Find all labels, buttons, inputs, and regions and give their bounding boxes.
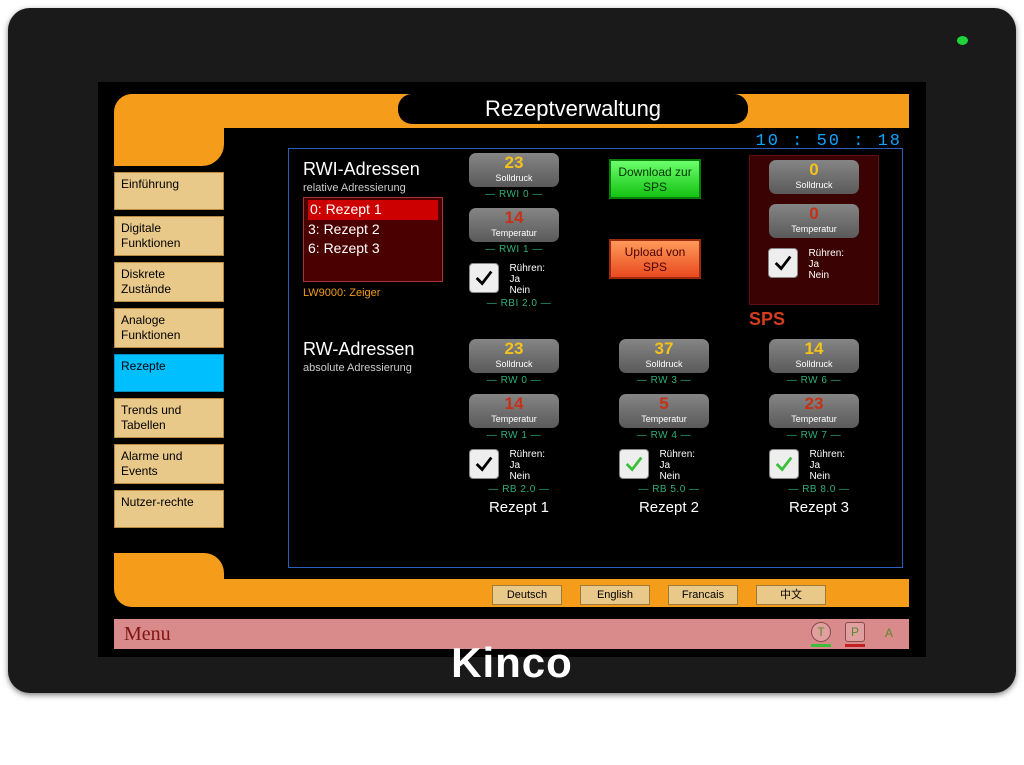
rwi-ruehren[interactable]: Rühren:JaNein — RBI 2.0 — [469, 263, 569, 309]
rw-subtitle: absolute Adressierung [303, 362, 414, 374]
rwi-solldruck-value: 23 [469, 153, 559, 173]
address-label: — RW 6 — [769, 375, 859, 386]
rwi-temperatur[interactable]: 14Temperatur — RWI 1 — [469, 208, 559, 255]
label: Solldruck [769, 359, 859, 369]
rw2-solldruck[interactable]: 37Solldruck — RW 3 — [619, 339, 709, 386]
brand-logo: Kinco [8, 639, 1016, 687]
ruehren-label: Rühren:JaNein [659, 449, 695, 482]
label: Temperatur [769, 414, 859, 424]
rw-col-2: 37Solldruck — RW 3 — 5Temperatur — RW 4 … [619, 339, 719, 516]
rw-title: RW-Adressen [303, 339, 414, 360]
sidebar-item-trends[interactable]: Trends und Tabellen [114, 398, 224, 438]
address-label: — RB 5.0 — [619, 484, 719, 495]
address-label: — RWI 0 — [469, 189, 559, 200]
ruehren-label: Rühren:JaNein [509, 263, 545, 296]
sps-temperatur-value: 0 [769, 204, 859, 224]
lang-english[interactable]: English [580, 585, 650, 605]
sidebar-item-analoge[interactable]: Analoge Funktionen [114, 308, 224, 348]
rwi-solldruck-label: Solldruck [469, 173, 559, 183]
address-label: — RB 2.0 — [469, 484, 569, 495]
label: Temperatur [469, 414, 559, 424]
rw-col-3: 14Solldruck — RW 6 — 23Temperatur — RW 7… [769, 339, 869, 516]
address-label: — RW 4 — [619, 430, 709, 441]
sidebar-item-rezepte[interactable]: Rezepte [114, 354, 224, 392]
recipe-list-item[interactable]: 6: Rezept 3 [308, 239, 438, 259]
rw3-temperatur[interactable]: 23Temperatur — RW 7 — [769, 394, 859, 441]
ruehren-label: Rühren:JaNein [809, 449, 845, 482]
check-icon[interactable] [469, 263, 499, 293]
address-label: — RW 0 — [469, 375, 559, 386]
upload-button[interactable]: Upload von SPS [609, 239, 701, 279]
sidebar-item-alarme[interactable]: Alarme und Events [114, 444, 224, 484]
screen: Rezeptverwaltung 10 : 50 : 18 Einführung… [98, 82, 926, 657]
sidebar: Einführung Digitale Funktionen Diskrete … [114, 172, 224, 534]
check-icon[interactable] [769, 449, 799, 479]
sps-temperatur-label: Temperatur [769, 224, 859, 234]
label: Temperatur [619, 414, 709, 424]
sps-ruehren: Rühren:JaNein [750, 248, 878, 281]
label: Solldruck [469, 359, 559, 369]
sidebar-top-cap [114, 128, 224, 166]
sps-panel: 0Solldruck 0Temperatur Rühren:JaNein [749, 155, 879, 305]
check-icon[interactable] [619, 449, 649, 479]
language-row: Deutsch English Francais 中文 [492, 583, 826, 607]
sidebar-item-digitale[interactable]: Digitale Funktionen [114, 216, 224, 256]
value: 14 [469, 394, 559, 414]
sps-solldruck-label: Solldruck [769, 180, 859, 190]
sidebar-bottom-cap [114, 553, 224, 579]
check-icon[interactable] [469, 449, 499, 479]
recipe-list-item[interactable]: 0: Rezept 1 [308, 200, 438, 220]
main-panel: RWI-Adressen relative Adressierung 0: Re… [288, 148, 903, 568]
lang-francais[interactable]: Francais [668, 585, 738, 605]
device-frame: Rezeptverwaltung 10 : 50 : 18 Einführung… [8, 8, 1016, 693]
recipe-name: Rezept 1 [469, 499, 569, 516]
sps-temperatur: 0Temperatur [769, 204, 859, 238]
sidebar-item-diskrete[interactable]: Diskrete Zustände [114, 262, 224, 302]
value: 5 [619, 394, 709, 414]
rwi-solldruck[interactable]: 23Solldruck — RWI 0 — [469, 153, 559, 200]
recipe-name: Rezept 2 [619, 499, 719, 516]
value: 14 [769, 339, 859, 359]
rw-col-1: 23Solldruck — RW 0 — 14Temperatur — RW 1… [469, 339, 569, 516]
power-led-icon [957, 36, 968, 45]
download-button[interactable]: Download zur SPS [609, 159, 701, 199]
address-label: — RWI 1 — [469, 244, 559, 255]
pointer-label: LW9000: Zeiger [303, 287, 380, 299]
page-title: Rezeptverwaltung [398, 94, 748, 124]
rw-header: RW-Adressen absolute Adressierung [303, 339, 414, 374]
ruehren-label: Rühren:JaNein [808, 248, 844, 281]
rw1-solldruck[interactable]: 23Solldruck — RW 0 — [469, 339, 559, 386]
value: 37 [619, 339, 709, 359]
rw1-ruehren[interactable]: Rühren:JaNein — RB 2.0 — [469, 449, 569, 495]
sps-solldruck-value: 0 [769, 160, 859, 180]
sps-solldruck: 0Solldruck [769, 160, 859, 194]
ruehren-label: Rühren:JaNein [509, 449, 545, 482]
rwi-temperatur-value: 14 [469, 208, 559, 228]
lang-deutsch[interactable]: Deutsch [492, 585, 562, 605]
value: 23 [769, 394, 859, 414]
sidebar-item-nutzerrechte[interactable]: Nutzer-rechte [114, 490, 224, 528]
value: 23 [469, 339, 559, 359]
address-label: — RBI 2.0 — [469, 298, 569, 309]
recipe-list[interactable]: 0: Rezept 1 3: Rezept 2 6: Rezept 3 [303, 197, 443, 282]
address-label: — RW 1 — [469, 430, 559, 441]
address-label: — RW 3 — [619, 375, 709, 386]
rw2-ruehren[interactable]: Rühren:JaNein — RB 5.0 — [619, 449, 719, 495]
label: Solldruck [619, 359, 709, 369]
rw3-solldruck[interactable]: 14Solldruck — RW 6 — [769, 339, 859, 386]
rw2-temperatur[interactable]: 5Temperatur — RW 4 — [619, 394, 709, 441]
recipe-list-item[interactable]: 3: Rezept 2 [308, 220, 438, 240]
recipe-name: Rezept 3 [769, 499, 869, 516]
rw1-temperatur[interactable]: 14Temperatur — RW 1 — [469, 394, 559, 441]
check-icon [768, 248, 798, 278]
sidebar-item-einfuehrung[interactable]: Einführung [114, 172, 224, 210]
rwi-temperatur-label: Temperatur [469, 228, 559, 238]
address-label: — RW 7 — [769, 430, 859, 441]
rw3-ruehren[interactable]: Rühren:JaNein — RB 8.0 — [769, 449, 869, 495]
sps-label: SPS [749, 309, 785, 330]
rwi-value-column: 23Solldruck — RWI 0 — 14Temperatur — RWI… [469, 153, 569, 309]
address-label: — RB 8.0 — [769, 484, 869, 495]
lang-chinese[interactable]: 中文 [756, 585, 826, 605]
